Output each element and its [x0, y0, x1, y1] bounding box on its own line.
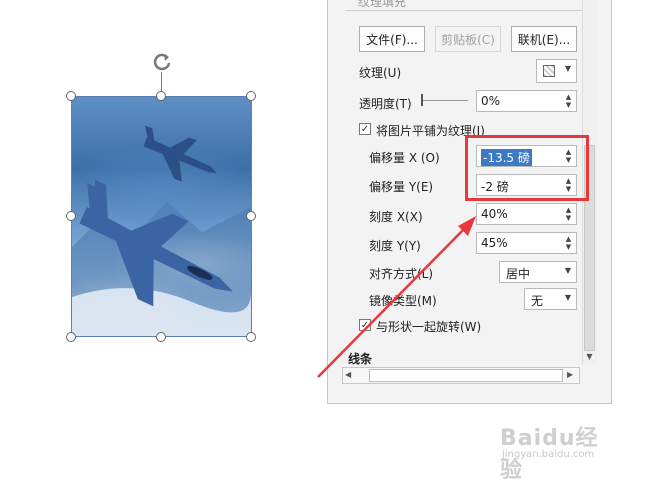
chevron-down-icon: ▼ — [564, 64, 571, 73]
alignment-label: 对齐方式(L) — [369, 267, 434, 281]
spin-up-icon[interactable]: ▲ — [563, 93, 574, 101]
horizontal-scrollbar[interactable]: ◀ ▶ — [342, 367, 580, 384]
scale-y-input[interactable]: 45% ▲ ▼ — [476, 232, 577, 254]
resize-handle-n[interactable] — [156, 91, 166, 101]
resize-handle-e[interactable] — [246, 211, 256, 221]
resize-handle-w[interactable] — [66, 211, 76, 221]
offset-y-label: 偏移量 Y(E) — [369, 180, 434, 194]
watermark-url: jingyan.baidu.com — [502, 449, 595, 460]
transparency-slider-track[interactable] — [423, 100, 468, 101]
file-button[interactable]: 文件(F)... — [359, 26, 425, 52]
texture-picker[interactable]: ▼ — [536, 59, 577, 83]
alignment-select[interactable]: 居中 ▼ — [499, 261, 577, 283]
spin-down-icon[interactable]: ▼ — [563, 243, 574, 251]
tile-checkbox[interactable]: ✓ — [359, 123, 371, 135]
scroll-right-icon[interactable]: ▶ — [567, 370, 578, 381]
resize-handle-nw[interactable] — [66, 91, 76, 101]
scale-x-input[interactable]: 40% ▲ ▼ — [476, 203, 577, 225]
texture-label: 纹理(U) — [359, 66, 402, 80]
spin-up-icon[interactable]: ▲ — [563, 235, 574, 243]
scale-y-label: 刻度 Y(Y) — [369, 239, 421, 253]
baidu-watermark: Baidu经验 jingyan.baidu.com — [498, 420, 618, 483]
chevron-down-icon: ▼ — [564, 293, 571, 302]
transparency-label: 透明度(T) — [359, 97, 412, 111]
alignment-value: 居中 — [506, 267, 531, 281]
mirror-label: 镜像类型(M) — [369, 294, 437, 308]
spin-up-icon[interactable]: ▲ — [563, 206, 574, 214]
checkmark-icon: ✓ — [360, 320, 370, 331]
scale-y-value[interactable]: 45% — [481, 236, 508, 250]
resize-handle-se[interactable] — [246, 332, 256, 342]
transparency-input[interactable]: 0% ▲ ▼ — [476, 90, 577, 112]
resize-handle-ne[interactable] — [246, 91, 256, 101]
cut-off-section-label: 纹理填充 — [358, 0, 407, 9]
resize-handle-sw[interactable] — [66, 332, 76, 342]
red-highlight-box — [465, 135, 589, 201]
rotate-with-shape-label: 与形状一起旋转(W) — [376, 320, 482, 334]
scroll-down-icon[interactable]: ▼ — [584, 352, 595, 363]
fighter-jet-picture[interactable] — [71, 96, 252, 337]
rotate-handle-icon[interactable] — [151, 51, 173, 73]
mirror-value: 无 — [531, 294, 544, 308]
clipboard-button[interactable]: 剪贴板(C) — [435, 26, 501, 52]
spin-down-icon[interactable]: ▼ — [563, 214, 574, 222]
mirror-select[interactable]: 无 ▼ — [524, 288, 577, 310]
offset-x-label: 偏移量 X (O) — [369, 151, 440, 165]
online-button[interactable]: 联机(E)... — [511, 26, 577, 52]
rotate-with-shape-checkbox[interactable]: ✓ — [359, 319, 371, 331]
jet-fighter-icon — [72, 125, 252, 336]
scroll-left-icon[interactable]: ◀ — [345, 370, 356, 381]
checkmark-icon: ✓ — [360, 124, 370, 135]
spin-down-icon[interactable]: ▼ — [563, 101, 574, 109]
horizontal-scroll-thumb[interactable] — [369, 369, 563, 382]
line-section-header[interactable]: 线条 — [348, 350, 372, 367]
pane-divider — [345, 10, 597, 11]
transparency-value[interactable]: 0% — [481, 94, 500, 108]
texture-icon — [543, 65, 555, 77]
resize-handle-s[interactable] — [156, 332, 166, 342]
scale-x-value[interactable]: 40% — [481, 207, 508, 221]
scale-x-label: 刻度 X(X) — [369, 210, 423, 224]
chevron-down-icon: ▼ — [564, 266, 571, 275]
